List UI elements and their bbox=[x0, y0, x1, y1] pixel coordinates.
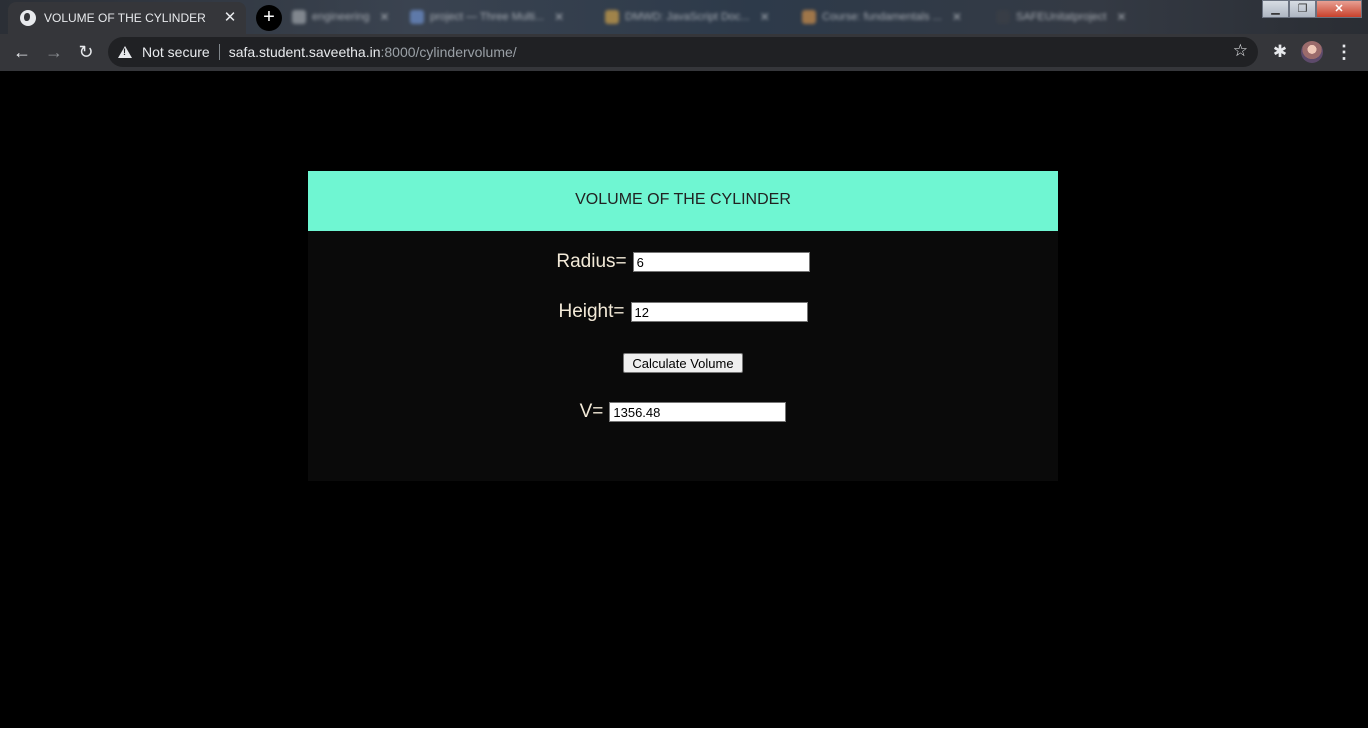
radius-label: Radius= bbox=[556, 251, 627, 272]
tab-title: VOLUME OF THE CYLINDER bbox=[44, 11, 206, 25]
tab-favicon-icon bbox=[605, 10, 619, 24]
forward-arrow-icon[interactable]: → bbox=[41, 40, 67, 66]
tab-close-icon[interactable]: ✕ bbox=[760, 10, 770, 24]
kebab-menu-icon[interactable]: ⋮ bbox=[1334, 40, 1354, 64]
tab-favicon-icon bbox=[410, 10, 424, 24]
browser-toolbar: ← → ↻ Not secure safa.student.saveetha.i… bbox=[0, 34, 1368, 71]
avatar[interactable] bbox=[1301, 41, 1323, 63]
maximize-button[interactable]: ❐ bbox=[1289, 0, 1316, 18]
page-title: VOLUME OF THE CYLINDER bbox=[308, 171, 1058, 231]
volume-output[interactable] bbox=[609, 402, 787, 422]
height-input[interactable] bbox=[630, 302, 808, 322]
reload-icon[interactable]: ↻ bbox=[73, 40, 99, 66]
tab-strip: VOLUME OF THE CYLINDER ✕ + engineering ✕… bbox=[0, 0, 1368, 34]
star-icon[interactable]: ☆ bbox=[1233, 41, 1248, 61]
radius-row: Radius= bbox=[308, 251, 1058, 273]
radius-input[interactable] bbox=[632, 252, 810, 272]
tab-close-icon[interactable]: ✕ bbox=[1116, 10, 1126, 24]
button-row: Calculate Volume bbox=[308, 353, 1058, 373]
url-path[interactable]: :8000/cylindervolume/ bbox=[380, 44, 516, 60]
background-tab[interactable]: DMWD: JavaScript Doc... ✕ bbox=[605, 6, 770, 28]
background-tab[interactable]: project — Three Multi... ✕ bbox=[410, 6, 564, 28]
tab-close-icon[interactable]: ✕ bbox=[380, 10, 390, 24]
close-window-button[interactable]: ✕ bbox=[1316, 0, 1362, 18]
background-tab[interactable]: engineering ✕ bbox=[292, 6, 390, 28]
volume-row: V= bbox=[308, 401, 1058, 423]
tab-close-icon[interactable]: ✕ bbox=[554, 10, 564, 24]
tab-close-icon[interactable]: ✕ bbox=[222, 10, 238, 26]
puzzle-icon[interactable]: ✱ bbox=[1268, 40, 1292, 64]
tab-favicon-icon bbox=[802, 10, 816, 24]
height-row: Height= bbox=[308, 301, 1058, 323]
calculate-volume-button[interactable]: Calculate Volume bbox=[623, 353, 743, 373]
page-viewport: VOLUME OF THE CYLINDER Radius= Height= C… bbox=[0, 71, 1368, 728]
tab-active[interactable]: VOLUME OF THE CYLINDER ✕ bbox=[8, 2, 246, 34]
new-tab-button[interactable]: + bbox=[256, 5, 282, 31]
tab-favicon-icon bbox=[292, 10, 306, 24]
window-controls: ▁ ❐ ✕ bbox=[1262, 0, 1362, 18]
divider bbox=[218, 44, 220, 60]
url-host[interactable]: safa.student.saveetha.in bbox=[229, 44, 381, 60]
globe-icon bbox=[20, 10, 36, 26]
background-tab[interactable]: Course: fundamentals ... ✕ bbox=[802, 6, 962, 28]
height-label: Height= bbox=[558, 301, 625, 322]
calculator-card: VOLUME OF THE CYLINDER Radius= Height= C… bbox=[308, 171, 1058, 481]
tab-close-icon[interactable]: ✕ bbox=[952, 10, 962, 24]
security-label[interactable]: Not secure bbox=[142, 44, 210, 60]
back-arrow-icon[interactable]: ← bbox=[9, 40, 35, 66]
background-tab[interactable]: SAFEUnitatproject ✕ bbox=[996, 6, 1127, 28]
minimize-button[interactable]: ▁ bbox=[1262, 0, 1289, 18]
bottom-edge bbox=[0, 728, 1368, 746]
warning-icon[interactable] bbox=[118, 46, 132, 58]
address-bar[interactable]: Not secure safa.student.saveetha.in:8000… bbox=[108, 37, 1258, 67]
tab-favicon-icon bbox=[996, 10, 1010, 24]
volume-label: V= bbox=[579, 401, 604, 422]
